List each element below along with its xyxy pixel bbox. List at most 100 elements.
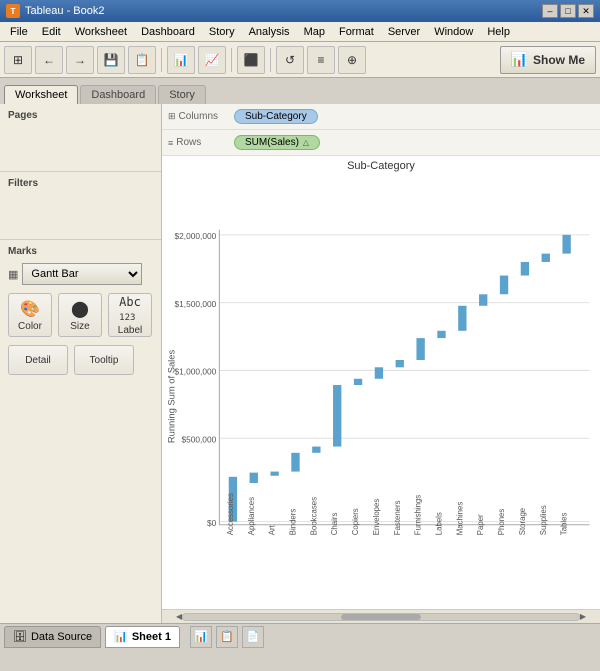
svg-text:Envelopes: Envelopes — [372, 499, 381, 536]
menu-edit[interactable]: Edit — [36, 25, 67, 39]
toolbar-back-button[interactable]: ← — [35, 46, 63, 74]
menu-bar: File Edit Worksheet Dashboard Story Anal… — [0, 22, 600, 42]
scrollbar-track[interactable] — [182, 613, 580, 621]
bar-paper — [479, 294, 487, 305]
sheet1-tab[interactable]: 📊 Sheet 1 — [105, 626, 180, 648]
chart-scrollbar[interactable]: ◀ ▶ — [162, 609, 600, 623]
color-icon: 🎨 — [20, 299, 40, 319]
toolbar-chart-button[interactable]: 📊 — [167, 46, 195, 74]
bar-phones — [500, 276, 508, 295]
menu-worksheet[interactable]: Worksheet — [69, 25, 133, 39]
toolbar-copy-button[interactable]: 📋 — [128, 46, 156, 74]
size-icon: ⬤ — [71, 299, 89, 319]
svg-text:Machines: Machines — [455, 502, 464, 536]
svg-text:Phones: Phones — [497, 509, 506, 536]
chart-title: Sub-Category — [162, 156, 600, 174]
size-label: Size — [70, 321, 89, 332]
minimize-button[interactable]: – — [542, 4, 558, 18]
toolbar-grid-icon[interactable]: ⊞ — [4, 46, 32, 74]
toolbar-refresh-button[interactable]: ↺ — [276, 46, 304, 74]
menu-analysis[interactable]: Analysis — [243, 25, 296, 39]
new-story-button[interactable]: 📄 — [242, 626, 264, 648]
data-source-tab[interactable]: 🗄 Data Source — [4, 626, 101, 648]
svg-text:Fasteners: Fasteners — [393, 500, 402, 535]
menu-story[interactable]: Story — [203, 25, 241, 39]
columns-shelf: ⊞ Columns Sub-Category — [162, 104, 600, 130]
menu-map[interactable]: Map — [298, 25, 331, 39]
show-me-button[interactable]: 📊 Show Me — [500, 46, 596, 74]
toolbar-layout-button[interactable]: ⬛ — [237, 46, 265, 74]
menu-window[interactable]: Window — [428, 25, 479, 39]
detail-button[interactable]: Detail — [8, 345, 68, 375]
tab-dashboard[interactable]: Dashboard — [80, 85, 156, 104]
rows-pill-text: SUM(Sales) — [245, 137, 299, 148]
svg-text:Copiers: Copiers — [351, 508, 360, 535]
bar-machines — [458, 306, 466, 331]
size-button[interactable]: ⬤ Size — [58, 293, 102, 337]
menu-server[interactable]: Server — [382, 25, 426, 39]
svg-text:Furnishings: Furnishings — [414, 495, 423, 535]
label-label: Label — [118, 325, 142, 336]
toolbar-extra-button[interactable]: ⊕ — [338, 46, 366, 74]
app-icon: T — [6, 4, 20, 18]
bar-appliances — [250, 473, 258, 483]
svg-text:Appliances: Appliances — [247, 497, 256, 535]
chart-container: Running Sum of Sales $2,000,000 $1,500,0… — [162, 174, 600, 609]
svg-text:Bookcases: Bookcases — [309, 497, 318, 535]
marks-type-select[interactable]: Gantt Bar Bar Line Area Circle Square Te… — [22, 263, 142, 285]
title-bar: T Tableau - Book2 – □ ✕ — [0, 0, 600, 22]
color-button[interactable]: 🎨 Color — [8, 293, 52, 337]
menu-dashboard[interactable]: Dashboard — [135, 25, 201, 39]
bottom-icons: 📊 📋 📄 — [190, 626, 264, 648]
columns-pill[interactable]: Sub-Category — [234, 109, 318, 124]
new-dashboard-button[interactable]: 📋 — [216, 626, 238, 648]
tab-worksheet[interactable]: Worksheet — [4, 85, 78, 104]
data-source-label: Data Source — [31, 631, 92, 643]
svg-text:$0: $0 — [207, 518, 217, 528]
menu-format[interactable]: Format — [333, 25, 380, 39]
bar-binders — [291, 453, 299, 472]
chart-area: ⊞ Columns Sub-Category ≡ Rows SUM(Sales)… — [162, 104, 600, 623]
toolbar-separator-2 — [231, 48, 232, 72]
bar-bookcases — [312, 447, 320, 453]
view-tabs: Worksheet Dashboard Story — [0, 78, 600, 104]
svg-text:Binders: Binders — [288, 509, 297, 536]
marks-section: Marks ▦ Gantt Bar Bar Line Area Circle S… — [0, 240, 161, 623]
menu-file[interactable]: File — [4, 25, 34, 39]
toolbar-chart2-button[interactable]: 📈 — [198, 46, 226, 74]
toolbar-save-button[interactable]: 💾 — [97, 46, 125, 74]
bar-storage — [521, 262, 529, 276]
toolbar: ⊞ ← → 💾 📋 📊 📈 ⬛ ↺ ≡ ⊕ 📊 Show Me — [0, 42, 600, 78]
svg-text:Chairs: Chairs — [330, 513, 339, 536]
marks-buttons: 🎨 Color ⬤ Size Abc123 Label — [8, 293, 153, 337]
label-button[interactable]: Abc123 Label — [108, 293, 152, 337]
toolbar-forward-button[interactable]: → — [66, 46, 94, 74]
bar-furnishings — [416, 338, 424, 360]
svg-text:Tables: Tables — [560, 513, 569, 536]
toolbar-filter-button[interactable]: ≡ — [307, 46, 335, 74]
scroll-right-arrow[interactable]: ▶ — [580, 612, 586, 621]
bar-copiers — [354, 379, 362, 385]
tooltip-button[interactable]: Tooltip — [74, 345, 134, 375]
new-worksheet-button[interactable]: 📊 — [190, 626, 212, 648]
menu-help[interactable]: Help — [481, 25, 516, 39]
sheet-icon: 📊 — [114, 630, 128, 643]
bar-art — [270, 472, 278, 476]
y-axis-label: Running Sum of Sales — [167, 350, 177, 444]
bar-labels — [437, 331, 445, 338]
maximize-button[interactable]: □ — [560, 4, 576, 18]
scrollbar-thumb[interactable] — [341, 614, 420, 620]
svg-text:Labels: Labels — [434, 512, 443, 535]
tooltip-label: Tooltip — [90, 355, 119, 366]
svg-text:Supplies: Supplies — [539, 505, 548, 535]
tab-story[interactable]: Story — [158, 85, 206, 104]
svg-text:Accessories: Accessories — [226, 493, 235, 535]
close-button[interactable]: ✕ — [578, 4, 594, 18]
filters-content — [8, 193, 153, 233]
rows-pill[interactable]: SUM(Sales) △ — [234, 135, 320, 150]
marks-type-icon: ▦ — [8, 268, 18, 281]
toolbar-separator-1 — [161, 48, 162, 72]
bar-supplies — [542, 254, 550, 262]
svg-text:$1,000,000: $1,000,000 — [175, 367, 217, 377]
svg-text:$2,000,000: $2,000,000 — [175, 231, 217, 241]
